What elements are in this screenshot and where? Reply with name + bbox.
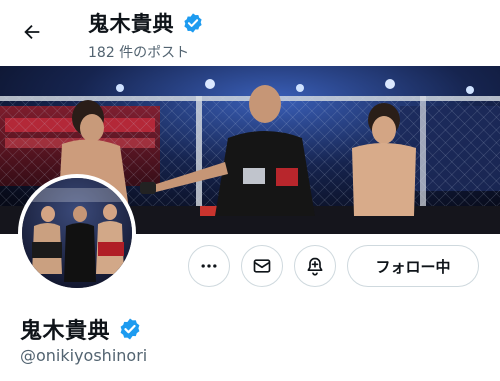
profile-handle: @onikiyoshinori	[20, 346, 148, 365]
header-title: 鬼木貴典	[88, 12, 174, 36]
post-count: 182 件のポスト	[88, 45, 190, 61]
notify-button[interactable]	[294, 245, 336, 287]
arrow-left-icon	[24, 24, 40, 40]
avatar-image	[22, 178, 132, 288]
profile-name-row: 鬼木貴典	[20, 313, 142, 345]
verified-badge-icon	[184, 13, 202, 33]
profile-display-name: 鬼木貴典	[20, 319, 111, 344]
bell-plus-icon	[307, 257, 323, 276]
more-options-button[interactable]	[188, 245, 230, 287]
profile-avatar[interactable]	[18, 174, 136, 292]
header-title-block: 鬼木貴典 182 件のポスト	[88, 8, 204, 62]
back-button[interactable]	[18, 18, 46, 46]
verified-badge-icon	[120, 318, 140, 340]
message-button[interactable]	[241, 245, 283, 287]
more-horizontal-icon	[201, 264, 217, 268]
envelope-icon	[253, 259, 271, 273]
top-bar: 鬼木貴典 182 件のポスト	[0, 0, 500, 64]
following-button[interactable]: フォロー中	[347, 245, 479, 287]
